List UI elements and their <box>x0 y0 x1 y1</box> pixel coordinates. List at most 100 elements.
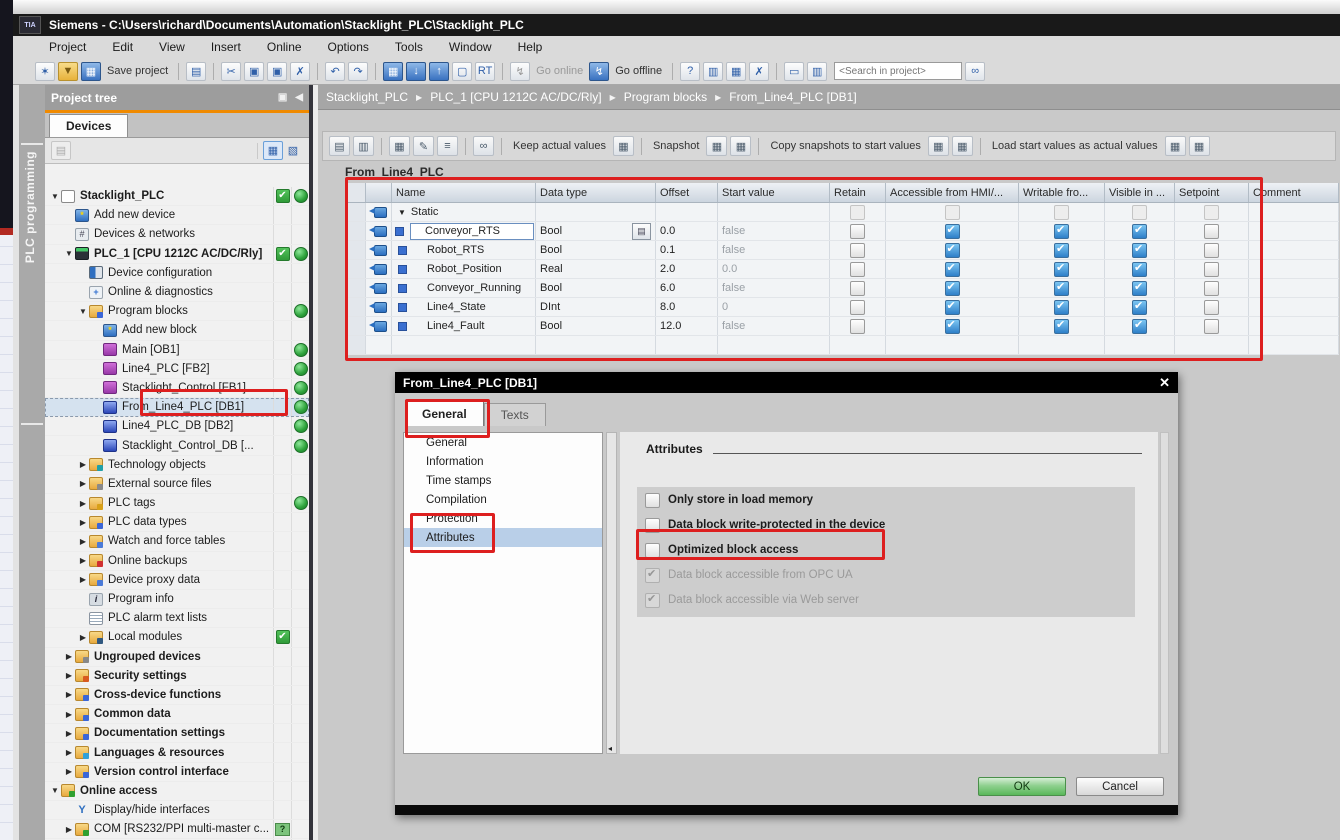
dialog-nav-protection[interactable]: Protection <box>404 509 602 528</box>
checkbox-hmi[interactable] <box>945 300 960 315</box>
tree-item-stacklight-control-fb1[interactable]: Stacklight_Control [FB1] <box>45 379 309 398</box>
dialog-nav-attributes[interactable]: Attributes <box>404 528 602 547</box>
checkbox-setpoint[interactable] <box>1204 243 1219 258</box>
tree-item-external-source-files[interactable]: ▶External source files <box>45 475 309 494</box>
details-view-icon[interactable]: ▦ <box>263 141 283 160</box>
column-header-setpoint[interactable]: Setpoint <box>1175 183 1249 202</box>
table-row-robot_rts[interactable]: Robot_RTSBool0.1false <box>346 241 1339 260</box>
initialize-setpoints-icon[interactable]: ✎ <box>413 136 434 156</box>
expander-icon[interactable]: ▶ <box>77 518 89 527</box>
go-offline-icon[interactable]: ↯ <box>589 62 609 81</box>
checkbox-retain[interactable] <box>850 224 865 239</box>
redo-icon[interactable]: ↷ <box>348 62 368 81</box>
insert-row-icon[interactable]: ▤ <box>329 136 350 156</box>
checkbox-visible[interactable] <box>1132 262 1147 277</box>
tree-item-security-settings[interactable]: ▶Security settings <box>45 667 309 686</box>
expander-icon[interactable]: ▶ <box>63 671 75 680</box>
device-overview-icon[interactable]: ▤ <box>51 141 71 160</box>
load-start-values-icon-2[interactable]: ▦ <box>1189 136 1210 156</box>
copy-icon[interactable]: ▣ <box>244 62 264 81</box>
keep-actual-values-label[interactable]: Keep actual values <box>513 140 606 152</box>
tree-item-online-diagnostics[interactable]: +Online & diagnostics <box>45 283 309 302</box>
upload-from-device-icon[interactable]: ↑ <box>429 62 449 81</box>
stop-runtime-icon[interactable]: RT <box>475 62 495 81</box>
tree-item-cross-device-functions[interactable]: ▶Cross-device functions <box>45 686 309 705</box>
expander-icon[interactable]: ▶ <box>63 690 75 699</box>
dialog-tab-general[interactable]: General <box>405 400 484 426</box>
tree-item-plc-alarm-text-lists[interactable]: PLC alarm text lists <box>45 609 309 628</box>
attribute-checkbox[interactable] <box>645 518 660 533</box>
expander-icon[interactable]: ▶ <box>77 479 89 488</box>
menu-edit[interactable]: Edit <box>112 40 133 54</box>
expander-icon[interactable]: ▶ <box>63 748 75 757</box>
checkbox-setpoint[interactable] <box>1204 224 1219 239</box>
search-in-project-icon[interactable]: ∞ <box>965 62 985 81</box>
tree-item-line4-plc-fb2[interactable]: Line4_PLC [FB2] <box>45 360 309 379</box>
copy-snapshots-icon-1[interactable]: ▦ <box>928 136 949 156</box>
column-header-offset[interactable]: Offset <box>656 183 718 202</box>
go-offline-label[interactable]: Go offline <box>615 65 662 77</box>
column-header-retain[interactable]: Retain <box>830 183 886 202</box>
snapshot-icon-2[interactable]: ▦ <box>730 136 751 156</box>
search-input[interactable] <box>834 62 962 80</box>
online-diagnostics-icon[interactable]: ? <box>680 62 700 81</box>
cross-references-icon[interactable]: ▦ <box>726 62 746 81</box>
copy-snapshots-icon-2[interactable]: ▦ <box>952 136 973 156</box>
data-type-selector-button[interactable]: ▤ <box>632 223 651 240</box>
monitor-all-icon[interactable]: ∞ <box>473 136 494 156</box>
tree-item-watch-and-force-tables[interactable]: ▶Watch and force tables <box>45 532 309 551</box>
delete-icon[interactable]: ✗ <box>290 62 310 81</box>
checkbox-writable[interactable] <box>1054 262 1069 277</box>
tree-item-plc-1-cpu-1212c-ac-dc-rly[interactable]: ▼PLC_1 [CPU 1212C AC/DC/Rly]✔ <box>45 245 309 264</box>
checkbox-visible[interactable] <box>1132 319 1147 334</box>
breadcrumb-item-4[interactable]: From_Line4_PLC [DB1] <box>729 90 856 104</box>
reset-start-values-icon[interactable]: ▦ <box>389 136 410 156</box>
new-project-icon[interactable]: ✶ <box>35 62 55 81</box>
expander-icon[interactable]: ▶ <box>63 710 75 719</box>
checkbox-hmi[interactable] <box>945 319 960 334</box>
column-header-writable-fro[interactable]: Writable fro... <box>1019 183 1105 202</box>
load-start-values-label[interactable]: Load start values as actual values <box>992 140 1158 152</box>
dialog-nav-time-stamps[interactable]: Time stamps <box>404 471 602 490</box>
ok-button[interactable]: OK <box>978 777 1066 796</box>
checkbox-setpoint[interactable] <box>1204 281 1219 296</box>
plc-programming-side-tab[interactable]: PLC programming <box>19 85 45 840</box>
checkbox-writable[interactable] <box>1054 319 1069 334</box>
table-row-conveyor_running[interactable]: Conveyor_RunningBool6.0false <box>346 279 1339 298</box>
checkbox-retain[interactable] <box>850 281 865 296</box>
checkbox-hmi[interactable] <box>945 262 960 277</box>
accessible-devices-icon[interactable]: ▥ <box>703 62 723 81</box>
expander-icon[interactable]: ▼ <box>49 786 61 795</box>
expander-icon[interactable]: ▶ <box>63 729 75 738</box>
checkbox-visible[interactable] <box>1132 300 1147 315</box>
tree-item-device-configuration[interactable]: Device configuration <box>45 264 309 283</box>
column-header-start-value[interactable]: Start value <box>718 183 830 202</box>
tree-item-documentation-settings[interactable]: ▶Documentation settings <box>45 724 309 743</box>
checkbox-setpoint[interactable] <box>1204 300 1219 315</box>
split-editor-horizontal-icon[interactable]: ▭ <box>784 62 804 81</box>
checkbox-retain[interactable] <box>850 262 865 277</box>
undo-icon[interactable]: ↶ <box>325 62 345 81</box>
tree-item-version-control-interface[interactable]: ▶Version control interface <box>45 763 309 782</box>
checkbox-retain[interactable] <box>850 300 865 315</box>
compile-icon[interactable]: ▦ <box>383 62 403 81</box>
menu-options[interactable]: Options <box>328 40 369 54</box>
table-row-robot_position[interactable]: Robot_PositionReal2.00.0 <box>346 260 1339 279</box>
table-row-line4_fault[interactable]: Line4_FaultBool12.0false <box>346 317 1339 336</box>
expander-icon[interactable]: ▶ <box>63 767 75 776</box>
menu-project[interactable]: Project <box>49 40 86 54</box>
checkbox-hmi[interactable] <box>945 243 960 258</box>
tree-item-online-backups[interactable]: ▶Online backups <box>45 552 309 571</box>
checkbox-visible[interactable] <box>1132 224 1147 239</box>
tree-item-display-hide-interfaces[interactable]: YDisplay/hide interfaces <box>45 801 309 820</box>
tree-item-line4-plc-db-db2[interactable]: Line4_PLC_DB [DB2] <box>45 417 309 436</box>
breadcrumb-item-1[interactable]: Stacklight_PLC <box>326 90 408 104</box>
expander-icon[interactable]: ▼ <box>77 307 89 316</box>
go-online-label[interactable]: Go online <box>536 65 583 77</box>
cancel-button[interactable]: Cancel <box>1076 777 1164 796</box>
tree-item-device-proxy-data[interactable]: ▶Device proxy data <box>45 571 309 590</box>
attribute-checkbox[interactable] <box>645 543 660 558</box>
expander-icon[interactable]: ▶ <box>77 499 89 508</box>
start-simulation-icon[interactable]: ✗ <box>749 62 769 81</box>
tree-item-main-ob1[interactable]: Main [OB1] <box>45 341 309 360</box>
